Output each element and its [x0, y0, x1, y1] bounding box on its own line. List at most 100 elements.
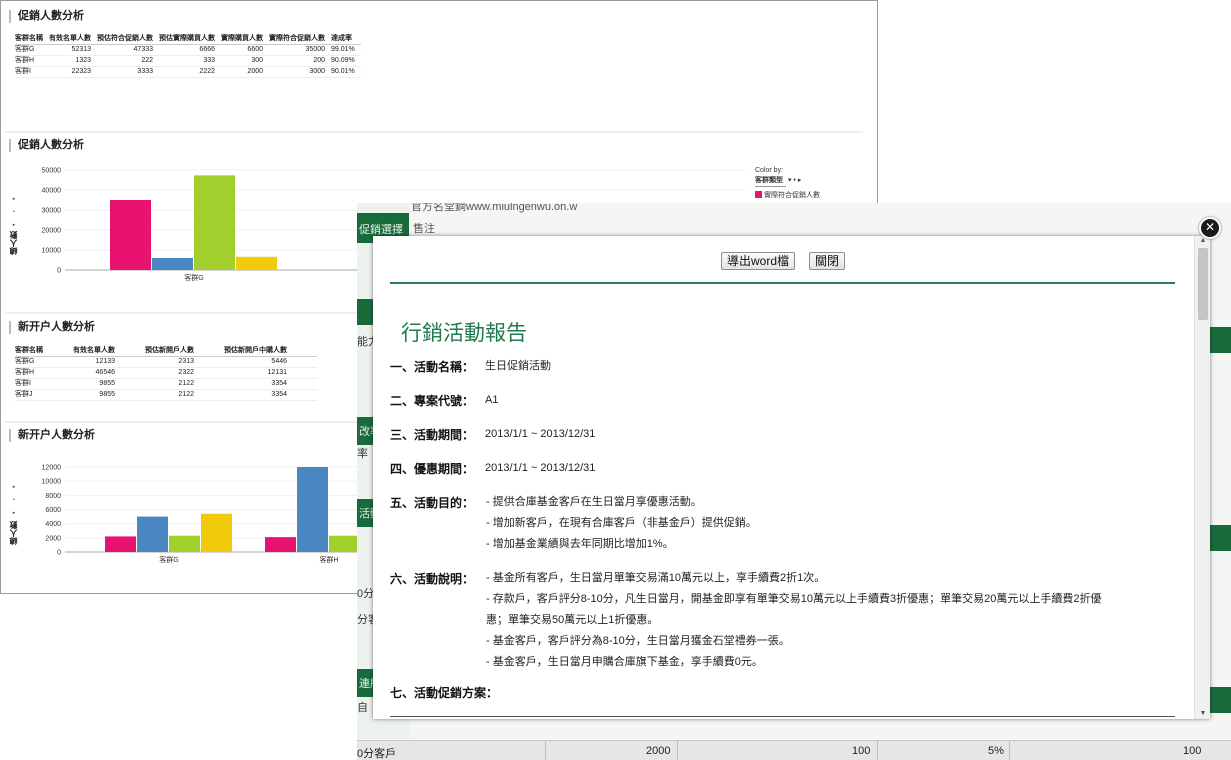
report-item-label: 二、專案代號： [390, 394, 475, 408]
report-modal: 導出word檔 關閉 行銷活動報告 ▲ ▼ 一、活動名稱： 生日促銷活動 二、專案代… [373, 236, 1210, 719]
table-cell: 3354 [224, 378, 317, 390]
table-cell: 1323 [49, 55, 97, 67]
nav-item[interactable]: 率 [357, 445, 368, 461]
section-title-promo-chart: 促銷人數分析 [9, 139, 84, 152]
chart-bar [329, 535, 360, 552]
legend-entry: 實際符合促銷人數 [764, 192, 820, 199]
table-cell: 3000 [269, 66, 331, 78]
close-icon[interactable]: ✕ [1199, 217, 1221, 239]
app-right-strip [1208, 525, 1231, 551]
app-cell: 5% [988, 745, 1004, 757]
report-item-text: 生日促銷活動 [485, 360, 551, 372]
table-cell: 6666 [159, 44, 221, 56]
table-cell: 5446 [224, 356, 317, 368]
table-cell: 52313 [49, 44, 97, 56]
table-cell: 200 [269, 55, 331, 67]
y-tick-label: 30000 [42, 208, 62, 215]
table-header: 客群名稱 [15, 34, 49, 45]
chevron-down-icon[interactable]: ▾ [788, 177, 792, 184]
report-item-text: - 提供合庫基金客戶在生日當月享優惠活動。 [486, 496, 702, 508]
table-header: 有效名單人數 [49, 34, 97, 45]
table-header: 預估新開戶人數 [145, 346, 224, 357]
table-cell: 47333 [97, 44, 159, 56]
x-tick-label: 客群H [319, 555, 338, 564]
table-row: 客群I 9855 2122 3354 [15, 378, 317, 390]
table-header: 預估符合促銷人數 [97, 34, 159, 45]
table-cell: 300 [221, 55, 269, 67]
chart-bar [201, 513, 232, 552]
y-tick-label: 50000 [42, 168, 62, 175]
table-row: 客群G 12133 2313 5446 [15, 356, 317, 368]
table-cell: 客群I [15, 378, 73, 390]
table-cell: 99.01% [331, 44, 361, 56]
y-tick-label: 6000 [45, 507, 61, 514]
table-cell: 3354 [224, 389, 317, 401]
nav-item[interactable]: 自 [357, 699, 368, 715]
chart-bar [152, 258, 193, 270]
report-item-label: 七、活動促銷方案： [390, 686, 499, 700]
close-button[interactable]: 關閉 [809, 252, 846, 270]
table-cell: 333 [159, 55, 221, 67]
scroll-down-icon[interactable]: ▼ [1195, 709, 1210, 719]
table-header: 預估新開戶中購人數 [224, 346, 317, 357]
section-divider [5, 131, 863, 133]
legend-color-by-select[interactable]: 客群類型 [755, 176, 786, 187]
app-cell: 2000 [646, 745, 671, 757]
table-cell: 客群I [15, 66, 49, 78]
table-cell: 客群G [15, 356, 73, 368]
report-item-text: 惠；單筆交易50萬元以上1折優惠。 [486, 614, 659, 626]
section-title-promo-table: 促銷人數分析 [9, 10, 84, 23]
chart-legend: Color by: 客群類型 ▾ • ▸ 實際符合促銷人數 [755, 166, 820, 201]
y-tick-label: 2000 [45, 535, 61, 542]
app-cell: 100 [1183, 745, 1202, 757]
promo-analysis-table: 客群名稱 有效名單人數 預估符合促銷人數 預估實際購買人數 實際購買人數 實際符合促銷人數… [15, 34, 361, 78]
legend-swatch [755, 191, 762, 198]
section-divider [5, 421, 357, 423]
app-cell: 100 [852, 745, 871, 757]
table-header: 有效名單人數 [73, 346, 145, 357]
section-divider [5, 312, 357, 314]
table-cell: 客群G [15, 44, 49, 56]
table-header: 實際購買人數 [221, 34, 269, 45]
app-right-strip [1208, 687, 1231, 713]
export-word-button[interactable]: 導出word檔 [721, 252, 796, 270]
table-cell: 2122 [145, 378, 224, 390]
app-top-text: 官方名堂鋼www.miulngenwu.on.w [411, 203, 578, 213]
table-row: 客群J 9855 2122 3354 [15, 389, 317, 401]
section-title-newacct-chart: 新开户人數分析 [9, 429, 95, 442]
table-cell: 9855 [73, 389, 145, 401]
y-tick-label: 8000 [45, 493, 61, 500]
chart-side-controls[interactable]: ▸ • ▸ [10, 193, 18, 232]
x-tick-label: 客群G [159, 555, 178, 564]
chart-bar [194, 175, 235, 270]
chart-bar [236, 256, 277, 270]
table-row: 客群H 1323 222 333 300 200 90.09% [15, 55, 361, 67]
table-header: 預估實際購買人數 [159, 34, 221, 45]
table-cell: 90.09% [331, 55, 361, 67]
app-right-strip [1208, 327, 1231, 353]
table-cell: 22323 [49, 66, 97, 78]
chart-bar [110, 200, 151, 270]
table-cell: 12133 [73, 356, 145, 368]
table-cell: 12131 [224, 367, 317, 379]
table-cell: 客群J [15, 389, 73, 401]
report-item-label: 三、活動期間： [390, 428, 475, 442]
legend-nav-icon[interactable]: • ▸ [793, 177, 801, 184]
table-header: 達成率 [331, 34, 361, 45]
report-item-text: - 基金客戶，生日當月申購合庫旗下基金，享手續費0元。 [486, 656, 763, 668]
nav-item[interactable]: 0分 [357, 585, 374, 601]
table-cell: 2000 [221, 66, 269, 78]
report-item-text: - 增加新客戶，在現有合庫客戶（非基金戶）提供促銷。 [486, 517, 757, 529]
scroll-thumb[interactable] [1198, 248, 1208, 320]
chart-bar [169, 535, 200, 552]
header-rule [390, 282, 1175, 284]
chart-side-controls[interactable]: ▸ • ▸ [10, 481, 18, 520]
y-tick-label: 12000 [42, 465, 62, 472]
section-title-newacct-table: 新开户人數分析 [9, 321, 95, 334]
report-item-text: - 增加基金業績與去年同期比增加1%。 [486, 538, 674, 550]
report-item-text: - 基金客戶，客戶評分為8-10分，生日當月獲金石堂禮券一張。 [486, 635, 790, 647]
chart-bar [265, 537, 296, 552]
app-top-label: 售注 [413, 223, 435, 235]
modal-scrollbar[interactable]: ▲ ▼ [1194, 236, 1210, 719]
y-tick-label: 0 [57, 268, 61, 275]
